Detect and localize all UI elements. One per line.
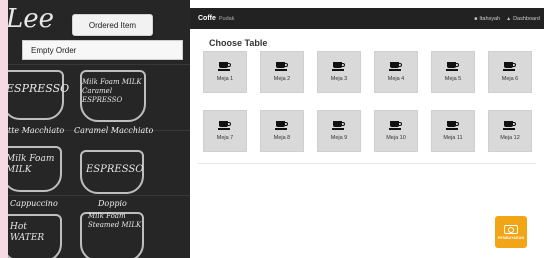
table-label: Meja 2 [273,76,291,82]
page-title: Choose Table [209,38,268,48]
coffee-cup-icon [503,62,516,72]
chalk-caption-latte-macchiato: tte Macchiato [8,126,65,135]
user-icon: ■ [474,15,478,22]
payment-button[interactable]: PEMBAYARAN [495,216,527,248]
table-label: Meja 9 [330,135,348,141]
user-name: Itahsyah [479,15,501,22]
table-card-8[interactable]: Meja 8 [260,110,304,152]
coffee-cup-icon [503,121,516,131]
empty-order-box: Empty Order [22,40,183,60]
coffee-cup-icon [446,121,459,131]
table-label: Meja 6 [501,76,519,82]
table-label: Meja 1 [216,76,234,82]
coffee-cup-icon [389,62,402,72]
table-card-11[interactable]: Meja 11 [431,110,475,152]
table-label: Meja 12 [500,135,520,141]
chalk-caption-cappuccino: Cappuccino [10,199,58,208]
table-card-3[interactable]: Meja 3 [317,51,361,93]
table-card-12[interactable]: Meja 12 [488,110,532,152]
table-card-6[interactable]: Meja 6 [488,51,532,93]
table-card-4[interactable]: Meja 4 [374,51,418,93]
chalk-label-espresso-2: ESPRESSO [86,164,144,175]
dashboard-link[interactable]: ▲ Dashboard [506,16,540,22]
coffee-cup-icon [446,62,459,72]
chalk-label-milk-foam: Milk Foam MILK Caramel ESPRESSO [82,78,142,104]
table-card-9[interactable]: Meja 9 [317,110,361,152]
coffee-cup-icon [275,62,288,72]
payment-label: PEMBAYARAN [497,235,525,240]
chalk-label-espresso: ESPRESSO [8,82,70,95]
section-divider [198,163,536,164]
coffee-cup-icon [389,121,402,131]
dashboard-label: Dashboard [513,15,540,22]
coffee-cup-icon [332,121,345,131]
table-card-2[interactable]: Meja 2 [260,51,304,93]
espresso-cup-drawing [8,70,64,120]
coffee-cup-icon [275,121,288,131]
chalk-label-milk-foam-3: Milk Foam Steamed MILK [88,212,142,229]
chalk-caption-doppio: Doppio [98,199,127,208]
chalk-line [8,64,190,65]
chalk-header-text: Lee [8,4,55,34]
chalk-line [8,195,190,196]
table-label: Meja 8 [273,135,291,141]
table-label: Meja 5 [444,76,462,82]
chalk-caption-caramel-macchiato: Caramel Macchiato [74,126,154,135]
table-label: Meja 3 [330,76,348,82]
chalk-label-hot-water: Hot WATER [10,222,45,243]
top-navbar: Coffe Pudak ■ Itahsyah ▲ Dashboard [190,8,544,29]
page-edge [0,0,8,258]
navbar-right: ■ Itahsyah ▲ Dashboard [474,8,540,29]
table-card-5[interactable]: Meja 5 [431,51,475,93]
table-card-7[interactable]: Meja 7 [203,110,247,152]
ordered-item-button[interactable]: Ordered Item [72,14,153,36]
home-icon: ▲ [506,15,512,22]
money-icon [504,224,518,234]
table-card-1[interactable]: Meja 1 [203,51,247,93]
table-label: Meja 11 [443,135,463,141]
table-label: Meja 4 [387,76,405,82]
user-menu[interactable]: ■ Itahsyah [474,16,500,22]
coffee-cup-icon [218,121,231,131]
table-label: Meja 7 [216,135,234,141]
coffee-cup-icon [218,62,231,72]
brand-name[interactable]: Coffe [198,15,216,22]
table-card-10[interactable]: Meja 10 [374,110,418,152]
coffee-cup-icon [332,62,345,72]
main-content: Coffe Pudak ■ Itahsyah ▲ Dashboard Choos… [190,0,544,258]
brand-subtitle: Pudak [218,15,235,22]
chalk-label-milk-foam-2: Milk Foam MILK [8,154,55,175]
table-label: Meja 10 [386,135,406,141]
menu-chalkboard-panel: ESPRESSO Milk Foam MILK Caramel ESPRESSO… [8,0,190,258]
